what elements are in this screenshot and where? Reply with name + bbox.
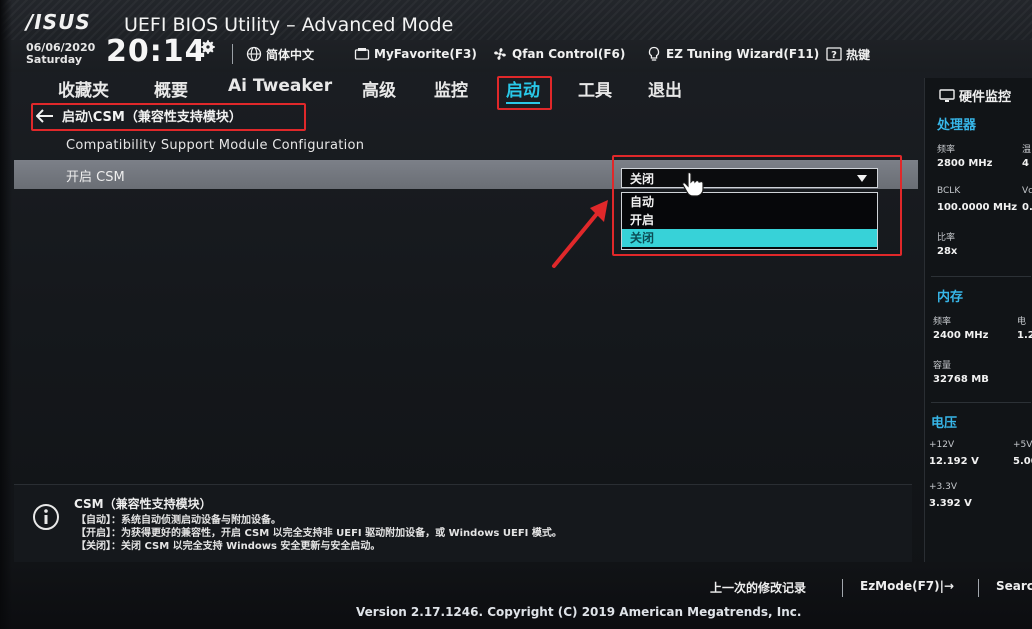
v33-label: +3.3V <box>929 482 958 492</box>
gear-icon[interactable] <box>199 38 217 56</box>
hardware-monitor-label: 硬件监控 <box>959 90 1012 105</box>
breadcrumb[interactable]: 启动\CSM（兼容性支持模块） <box>36 106 242 125</box>
mem-volt-value: 1.2 <box>1017 330 1032 341</box>
fan-icon <box>494 48 506 60</box>
search-button[interactable]: Searc <box>996 579 1032 593</box>
ezmode-button[interactable]: EzMode(F7)|→ <box>860 579 954 593</box>
cpu-heading: 处理器 <box>937 118 977 133</box>
back-arrow-icon[interactable] <box>36 108 54 123</box>
mem-cap-value: 32768 MB <box>933 374 989 385</box>
bulb-icon <box>648 46 660 61</box>
cpu-ratio-label: 比率 <box>937 233 956 243</box>
cpu-temp-label: 温 <box>1022 145 1032 155</box>
cpu-freq-label: 频率 <box>937 145 956 155</box>
csm-select[interactable]: 关闭 <box>621 168 878 188</box>
svg-text:?: ? <box>831 50 837 61</box>
asus-logo: /ISUS <box>26 10 91 34</box>
section-title: Compatibility Support Module Configurati… <box>66 138 365 153</box>
hotkeys-button[interactable]: ? 热键 <box>826 44 870 64</box>
favorite-icon <box>354 48 370 60</box>
header-separator <box>232 44 233 64</box>
mem-freq-label: 频率 <box>933 317 952 327</box>
mem-volt-label: 电 <box>1017 317 1027 327</box>
memory-heading: 内存 <box>937 290 964 305</box>
breadcrumb-text: 启动\CSM（兼容性支持模块） <box>62 110 242 125</box>
help-title: CSM（兼容性支持模块） <box>74 497 212 511</box>
globe-icon <box>246 46 262 62</box>
myfavorite-button[interactable]: MyFavorite(F3) <box>354 44 477 64</box>
v12-value: 12.192 V <box>929 456 979 467</box>
tab-main[interactable]: 概要 <box>154 76 188 101</box>
panel-divider <box>931 276 1031 277</box>
cpu-vcore-label: Vc <box>1022 186 1032 196</box>
csm-setting-label: 开启 CSM <box>66 170 125 185</box>
language-label: 简体中文 <box>266 47 315 62</box>
copyright-text: Version 2.17.1246. Copyright (C) 2019 Am… <box>356 605 802 619</box>
v5-value: 5.00 <box>1013 456 1032 467</box>
option-auto[interactable]: 自动 <box>622 193 877 211</box>
screen-bezel-shadow <box>0 0 12 629</box>
footer-bar: 上一次的修改记录 EzMode(F7)|→ Searc Version 2.17… <box>0 565 1032 629</box>
v33-value: 3.392 V <box>929 498 972 509</box>
hand-cursor-icon <box>682 171 704 197</box>
monitor-icon <box>939 88 955 102</box>
qfan-control-button[interactable]: Qfan Control(F6) <box>492 44 625 64</box>
cpu-ratio-value: 28x <box>937 246 958 257</box>
tab-ai-tweaker[interactable]: Ai Tweaker <box>228 76 332 96</box>
option-disable[interactable]: 关闭 <box>622 229 877 247</box>
footer-separator <box>842 579 843 597</box>
qfan-label: Qfan Control(F6) <box>512 47 626 61</box>
hotkeys-label: 热键 <box>846 47 871 62</box>
last-modified-button[interactable]: 上一次的修改记录 <box>710 579 806 596</box>
tab-monitor[interactable]: 监控 <box>434 76 468 101</box>
help-line-disable: 【关闭】：关闭 CSM 以完全支持 Windows 安全更新与安全启动。 <box>76 541 381 552</box>
cpu-freq-value: 2800 MHz <box>937 158 993 169</box>
mem-freq-value: 2400 MHz <box>933 330 989 341</box>
myfavorite-label: MyFavorite(F3) <box>374 47 477 61</box>
tab-tool[interactable]: 工具 <box>578 76 612 101</box>
language-button[interactable]: 简体中文 <box>246 44 314 64</box>
footer-separator <box>978 579 979 597</box>
main-panel: 启动\CSM（兼容性支持模块） Compatibility Support Mo… <box>14 100 918 478</box>
cpu-vcore-value: 0. <box>1022 202 1032 213</box>
bios-screen: /ISUS UEFI BIOS Utility – Advanced Mode … <box>0 0 1032 629</box>
clock-time: 20:14 <box>106 34 207 69</box>
day-text: Saturday <box>26 53 82 66</box>
cpu-bclk-value: 100.0000 MHz <box>937 202 1018 213</box>
hardware-monitor-panel: 硬件监控 处理器 频率 温 2800 MHz 4 BCLK Vc 100.000… <box>924 78 1032 562</box>
ez-tuning-wizard-button[interactable]: EZ Tuning Wizard(F11) <box>646 44 819 64</box>
app-title: UEFI BIOS Utility – Advanced Mode <box>124 14 454 36</box>
cpu-bclk-label: BCLK <box>937 186 961 196</box>
cpu-temp-value: 4 <box>1022 158 1029 169</box>
csm-select-value: 关闭 <box>630 171 655 186</box>
date-display: 06/06/2020 Saturday <box>26 42 95 66</box>
chevron-down-icon <box>857 175 867 182</box>
v12-label: +12V <box>929 440 955 450</box>
ez-tuning-label: EZ Tuning Wizard(F11) <box>666 47 820 61</box>
hardware-monitor-title: 硬件监控 <box>939 86 1011 105</box>
mem-cap-label: 容量 <box>933 361 952 371</box>
info-icon <box>33 504 59 530</box>
panel-divider <box>931 402 1031 403</box>
tab-favorites[interactable]: 收藏夹 <box>58 76 109 101</box>
help-panel: CSM（兼容性支持模块） 【自动】：系统自动侦测启动设备与附加设备。 【开启】：… <box>14 484 912 562</box>
option-enable[interactable]: 开启 <box>622 211 877 229</box>
csm-setting-row[interactable]: 开启 CSM 关闭 <box>14 160 918 189</box>
help-icon: ? <box>826 47 842 61</box>
header-bar: /ISUS UEFI BIOS Utility – Advanced Mode … <box>0 0 1032 72</box>
voltage-heading: 电压 <box>931 416 958 431</box>
tab-exit[interactable]: 退出 <box>648 76 682 101</box>
v5-label: +5V <box>1013 440 1032 450</box>
tab-advanced[interactable]: 高级 <box>362 76 396 101</box>
annotation-arrow-icon <box>552 200 608 268</box>
csm-options-list: 自动 开启 关闭 <box>621 192 878 250</box>
